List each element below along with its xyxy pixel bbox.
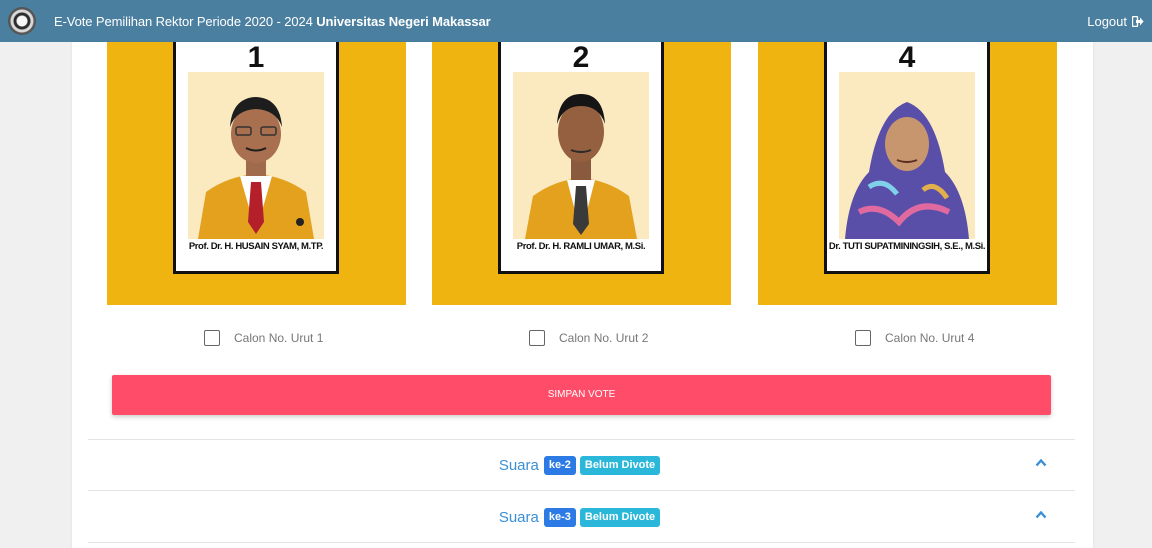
checkbox-square[interactable] [855, 330, 871, 346]
candidate-portrait [839, 72, 975, 239]
checkbox-label: Calon No. Urut 1 [234, 331, 324, 345]
vote-status-badge: Belum Divote [579, 455, 661, 475]
logout-label: Logout [1087, 13, 1127, 29]
suara-section-3-header[interactable]: Suara ke-3 Belum Divote [88, 492, 1075, 542]
divider [88, 542, 1075, 543]
checkbox-square[interactable] [204, 330, 220, 346]
vote-round-badge: ke-2 [543, 455, 576, 475]
candidate-card: 4 Dr. TUTI SUPATMININGSIH, S.E., M.Si. [758, 42, 1057, 305]
candidate-photo-frame: 1 Prof. Dr. H. HUSAIN SYAM, M.TP. [173, 42, 339, 274]
sign-out-icon [1132, 15, 1144, 27]
suara-label: Suara [498, 456, 539, 474]
divider [88, 490, 1075, 491]
candidate-number: 2 [572, 41, 590, 74]
candidate-name: Prof. Dr. H. RAMLI UMAR, M.Si. [516, 241, 646, 252]
chevron-up-icon[interactable] [1035, 458, 1047, 467]
candidate-number: 1 [247, 41, 265, 74]
candidate-photo [513, 72, 649, 239]
candidate-photo [188, 72, 324, 239]
candidate-4-checkbox[interactable]: Calon No. Urut 4 [855, 330, 974, 346]
checkbox-label: Calon No. Urut 4 [885, 331, 975, 345]
candidate-card: 1 Prof. Dr. H. HUSAIN SYAM, M.TP. [107, 42, 406, 305]
candidate-2-checkbox[interactable]: Calon No. Urut 2 [529, 330, 648, 346]
candidate-photo-frame: 2 Prof. Dr. H. RAMLI UMAR, M.Si. [498, 42, 664, 274]
candidate-name: Prof. Dr. H. HUSAIN SYAM, M.TP. [188, 241, 324, 252]
app-title-university: Universitas Negeri Makassar [316, 13, 491, 29]
app-title-prefix: E-Vote Pemilihan Rektor Periode 2020 - 2… [54, 13, 317, 29]
candidate-portrait [513, 72, 649, 239]
app-title: E-Vote Pemilihan Rektor Periode 2020 - 2… [54, 14, 491, 29]
candidate-number: 4 [898, 41, 916, 74]
university-seal-icon [8, 7, 36, 35]
candidate-name: Dr. TUTI SUPATMININGSIH, S.E., M.Si. [828, 241, 986, 252]
suara-label: Suara [498, 508, 539, 526]
ballot-panel: 1 Prof. Dr. H. HUSAIN SYAM, M.TP. 2 Prof… [72, 42, 1093, 548]
vote-round-badge: ke-3 [543, 507, 576, 527]
logout-link[interactable]: Logout [1087, 14, 1144, 29]
candidate-photo-frame: 4 Dr. TUTI SUPATMININGSIH, S.E., M.Si. [824, 42, 990, 274]
checkbox-label: Calon No. Urut 2 [559, 331, 649, 345]
candidate-photo [839, 72, 975, 239]
top-navbar: E-Vote Pemilihan Rektor Periode 2020 - 2… [0, 0, 1152, 42]
save-vote-button[interactable]: SIMPAN VOTE [112, 375, 1051, 415]
suara-section-2-header[interactable]: Suara ke-2 Belum Divote [88, 440, 1075, 490]
checkbox-square[interactable] [529, 330, 545, 346]
candidate-1-checkbox[interactable]: Calon No. Urut 1 [204, 330, 323, 346]
candidate-card: 2 Prof. Dr. H. RAMLI UMAR, M.Si. [432, 42, 731, 305]
candidate-portrait [188, 72, 324, 239]
vote-status-badge: Belum Divote [579, 507, 661, 527]
chevron-up-icon[interactable] [1035, 510, 1047, 519]
